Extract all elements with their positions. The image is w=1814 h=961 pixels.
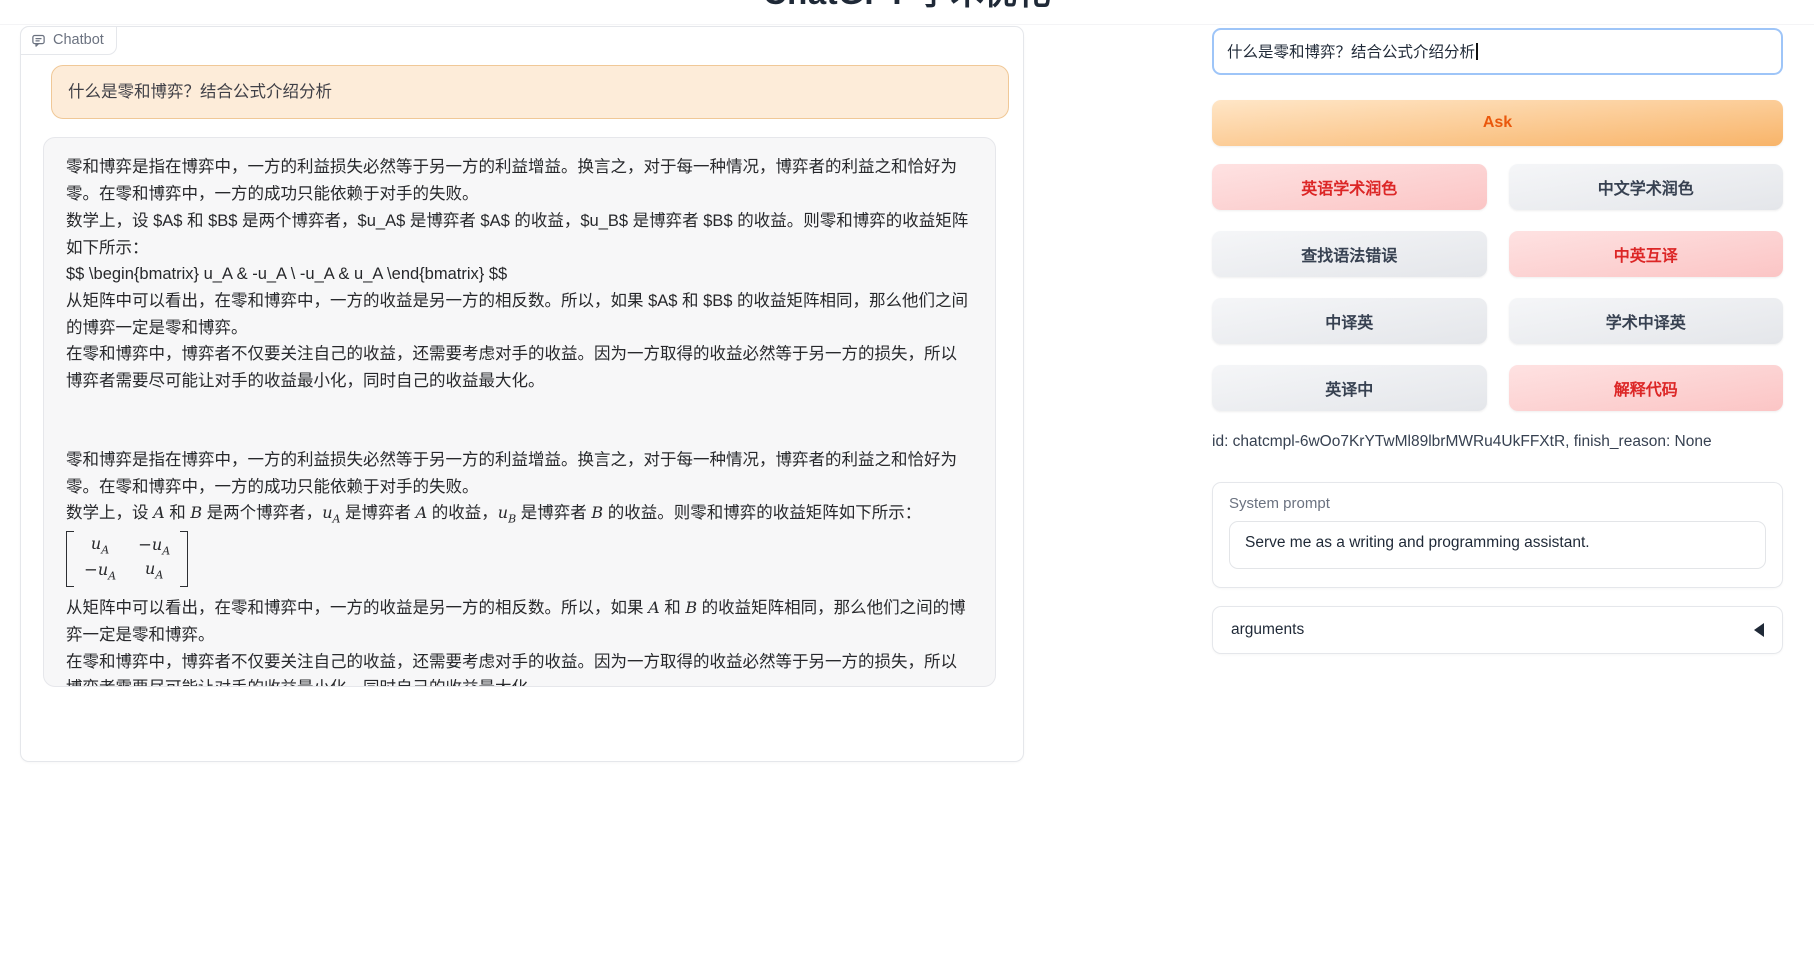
header-divider	[0, 24, 1814, 25]
chatbot-label: Chatbot	[20, 26, 117, 55]
system-prompt-input[interactable]: Serve me as a writing and programming as…	[1229, 521, 1766, 569]
query-input[interactable]: 什么是零和博弈？结合公式介绍分析	[1212, 28, 1783, 75]
user-message-bubble: 什么是零和博弈？结合公式介绍分析	[51, 65, 1009, 119]
latex-matrix: uA−uA−uAuA	[66, 528, 973, 595]
app-canvas: ChatGPT 学术优化 Chatbot 什么是零和博弈？结合公式介绍分析 零和…	[0, 0, 1814, 961]
bot-paragraph-raw-latex: $$ \begin{bmatrix} u_A & -u_A \ -u_A & u…	[66, 261, 973, 288]
collapse-arrow-icon	[1754, 623, 1764, 637]
bot-paragraph-rendered-4: 在零和博弈中，博弈者不仅要关注自己的收益，还需要考虑对手的收益。因为一方取得的收…	[66, 649, 973, 688]
matrix-cell: uA	[138, 559, 170, 584]
matrix-right-bracket	[180, 531, 188, 586]
bot-message-bubble: 零和博弈是指在博弈中，一方的利益损失必然等于另一方的利益增益。换言之，对于每一种…	[43, 137, 996, 687]
user-message-text: 什么是零和博弈？结合公式介绍分析	[68, 83, 332, 101]
button-chinese-academic-polish[interactable]: 中文学术润色	[1509, 164, 1784, 210]
chatbot-label-text: Chatbot	[53, 32, 104, 48]
status-line: id: chatcmpl-6wOo7KrYTwMl89lbrMWRu4UkFFX…	[1212, 433, 1783, 451]
matrix-cell: uA	[84, 534, 116, 559]
accordion-label: arguments	[1231, 621, 1304, 639]
bot-paragraph-raw-3: 从矩阵中可以看出，在零和博弈中，一方的收益是另一方的相反数。所以，如果 $A$ …	[66, 288, 973, 341]
section-gap	[66, 395, 973, 447]
system-prompt-label: System prompt	[1229, 495, 1766, 512]
arguments-accordion[interactable]: arguments	[1212, 606, 1783, 654]
ask-button[interactable]: Ask	[1212, 100, 1783, 146]
chat-messages[interactable]: 什么是零和博弈？结合公式介绍分析 零和博弈是指在博弈中，一方的利益损失必然等于另…	[21, 27, 1023, 761]
chatbot-panel: Chatbot 什么是零和博弈？结合公式介绍分析 零和博弈是指在博弈中，一方的利…	[20, 26, 1024, 762]
button-explain-code[interactable]: 解释代码	[1509, 365, 1784, 411]
matrix-left-bracket	[66, 531, 74, 586]
bot-paragraph-raw-1: 零和博弈是指在博弈中，一方的利益损失必然等于另一方的利益增益。换言之，对于每一种…	[66, 154, 973, 207]
button-english-academic-polish[interactable]: 英语学术润色	[1212, 164, 1487, 210]
chat-bubble-icon	[31, 33, 46, 48]
system-prompt-card: System prompt Serve me as a writing and …	[1212, 482, 1783, 588]
matrix-cell: −uA	[138, 534, 170, 559]
button-find-grammar-errors[interactable]: 查找语法错误	[1212, 231, 1487, 277]
bot-paragraph-rendered-1: 零和博弈是指在博弈中，一方的利益损失必然等于另一方的利益增益。换言之，对于每一种…	[66, 447, 973, 500]
matrix-cell: −uA	[84, 559, 116, 584]
button-en-to-zh[interactable]: 英译中	[1212, 365, 1487, 411]
function-button-grid: 英语学术润色 中文学术润色 查找语法错误 中英互译 中译英 学术中译英 英译中 …	[1212, 164, 1783, 411]
bot-paragraph-rendered-3: 从矩阵中可以看出，在零和博弈中，一方的收益是另一方的相反数。所以，如果 A 和 …	[66, 595, 973, 648]
bot-paragraph-rendered-2: 数学上，设 A 和 B 是两个博弈者，uA 是博弈者 A 的收益，uB 是博弈者…	[66, 500, 973, 528]
page-title: ChatGPT 学术优化	[0, 0, 1814, 14]
query-input-value: 什么是零和博弈？结合公式介绍分析	[1227, 44, 1475, 61]
text-caret	[1476, 43, 1478, 60]
bot-paragraph-raw-4: 在零和博弈中，博弈者不仅要关注自己的收益，还需要考虑对手的收益。因为一方取得的收…	[66, 341, 973, 394]
bot-paragraph-raw-2: 数学上，设 $A$ 和 $B$ 是两个博弈者，$u_A$ 是博弈者 $A$ 的收…	[66, 208, 973, 261]
button-zh-to-en[interactable]: 中译英	[1212, 298, 1487, 344]
button-zh-en-mutual-translate[interactable]: 中英互译	[1509, 231, 1784, 277]
button-academic-zh-to-en[interactable]: 学术中译英	[1509, 298, 1784, 344]
